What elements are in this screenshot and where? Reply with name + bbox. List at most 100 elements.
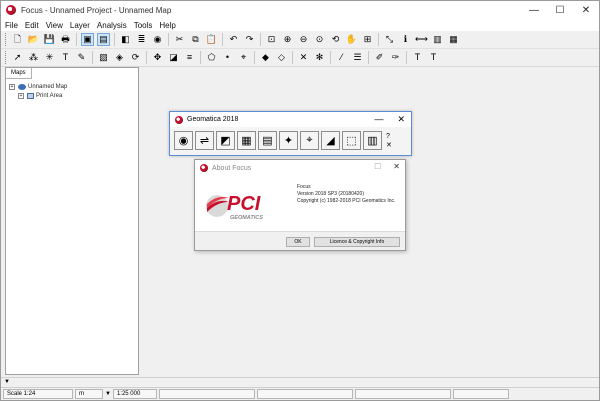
tree-item-print-area[interactable]: + Print Area [18,93,62,99]
globe-icon[interactable]: ◉ [151,33,164,46]
ok-button[interactable]: OK [286,237,310,247]
launcher-close-button[interactable]: ✕ [397,114,405,125]
cursor-icon[interactable]: ⌖ [237,51,250,64]
about-copyright: Copyright (c) 1982-2018 PCI Geomatics In… [297,198,396,204]
line-style-icon[interactable]: ≡ [183,51,196,64]
open-map-icon[interactable]: ▤ [97,33,110,46]
zoom-pixel-icon[interactable]: ⊞ [361,33,374,46]
measure-icon[interactable]: ⟷ [415,33,428,46]
zoom-out-icon[interactable]: ⊖ [297,33,310,46]
status-scale: Scale 1:24 [3,389,73,399]
brush-color-icon[interactable]: ✑ [389,51,402,64]
pan-hand-icon[interactable]: ✋ [345,33,358,46]
expand-toggle-icon[interactable]: + [9,84,15,90]
point-icon[interactable]: • [221,51,234,64]
menu-tools[interactable]: Tools [134,21,153,30]
new-file-icon[interactable]: 🗋 [11,33,24,46]
pci-logo-text: PCI [227,193,261,215]
rotate-icon[interactable]: ⟳ [129,51,142,64]
about-content: PCI GEOMATICS Focus Version 2018 SP3 (20… [195,176,405,232]
paste-icon[interactable]: 📋 [205,33,218,46]
close-button[interactable]: ✕ [573,1,599,19]
vector-icon[interactable]: ✥ [151,51,164,64]
launcher-minimize-button[interactable]: — [374,114,383,125]
lasso-icon[interactable]: ✳ [43,51,56,64]
cut-icon[interactable]: ✂ [173,33,186,46]
expand-toggle-icon[interactable]: + [18,93,24,99]
geocoding-icon[interactable]: ▥ [363,131,382,150]
new-map-icon[interactable]: ▣ [81,33,94,46]
zoom-back-icon[interactable]: ⟲ [329,33,342,46]
menu-analysis[interactable]: Analysis [97,21,127,30]
zoom-in-icon[interactable]: ⊕ [281,33,294,46]
atmospheric-icon[interactable]: ⌖ [300,131,319,150]
horizontal-scrollbar[interactable]: ▼ [1,377,599,386]
status-cell-empty [158,389,255,399]
chip-manager-icon[interactable]: ▤ [258,131,277,150]
about-close-button[interactable]: ✕ [393,162,400,171]
open-folder-icon[interactable]: 📂 [27,33,40,46]
font-size-icon[interactable]: T [427,51,440,64]
layers-stack-icon[interactable]: ◆ [259,51,272,64]
chart-icon[interactable]: ▥ [431,33,444,46]
launcher-exit-icon[interactable]: ✕ [386,141,392,150]
grid-icon[interactable]: ▦ [447,33,460,46]
font-icon[interactable]: T [411,51,424,64]
fill-style-icon[interactable]: ☰ [351,51,364,64]
chevron-down-icon[interactable]: ▼ [105,391,111,397]
maps-panel: Maps + Unnamed Map + Print Area [5,67,139,375]
toolbar-grip[interactable] [5,51,8,64]
status-units[interactable]: m [75,389,103,399]
tools-icon[interactable]: ✕ [297,51,310,64]
copy-icon[interactable]: ⧉ [189,33,202,46]
modeler-icon[interactable]: ⇌ [195,131,214,150]
about-version: Version 2018 SP3 (20180420) [297,191,364,197]
about-maximize-button: ☐ [374,162,382,171]
shapes-icon[interactable]: ◈ [113,51,126,64]
menu-view[interactable]: View [46,21,63,30]
zoom-layer-icon[interactable]: ⊙ [313,33,326,46]
toolbar-grip[interactable] [5,33,8,46]
pansharp-icon[interactable]: ◢ [321,131,340,150]
layers-icon[interactable]: ≣ [135,33,148,46]
menu-file[interactable]: File [5,21,18,30]
info-icon[interactable]: ℹ [399,33,412,46]
scroll-down-icon[interactable]: ▼ [4,378,10,386]
text-icon[interactable]: T [59,51,72,64]
polygon-icon[interactable]: ⬠ [205,51,218,64]
mosaic-icon[interactable]: ⬚ [342,131,361,150]
bitmap-icon[interactable]: ◪ [167,51,180,64]
app-logo-icon [175,115,183,124]
eraser-icon[interactable]: ◧ [119,33,132,46]
about-product-name: Focus [297,184,311,190]
print-icon[interactable]: 🖶 [59,33,72,46]
pointer-info-icon[interactable]: ⤡ [383,33,396,46]
menu-edit[interactable]: Edit [25,21,39,30]
focus-icon[interactable]: ◉ [174,131,193,150]
orthoengine-icon[interactable]: ▦ [237,131,256,150]
minimize-button[interactable]: — [521,1,547,19]
tree-item-unnamed-map[interactable]: + Unnamed Map [9,84,67,90]
smartdigitizer-icon[interactable]: ✦ [279,131,298,150]
symbol-icon[interactable]: ✻ [313,51,326,64]
menu-help[interactable]: Help [159,21,175,30]
tile-icon[interactable]: ◇ [275,51,288,64]
launcher-extras: ? ✕ [386,132,392,150]
fill-icon[interactable]: ▧ [97,51,110,64]
toolbar-separator [114,33,115,46]
menu-layer[interactable]: Layer [70,21,90,30]
vertex-edit-icon[interactable]: ⁂ [27,51,40,64]
maximize-button[interactable]: ☐ [547,1,573,19]
undo-icon[interactable]: ↶ [227,33,240,46]
help-icon[interactable]: ? [386,132,392,141]
zoom-extent-icon[interactable]: ⊡ [265,33,278,46]
tab-maps[interactable]: Maps [6,68,32,79]
line-color-icon[interactable]: ⁄ [335,51,348,64]
pencil-icon[interactable]: ✎ [75,51,88,64]
select-arrow-icon[interactable]: ➚ [11,51,24,64]
save-icon[interactable]: 💾 [43,33,56,46]
brush-icon[interactable]: ✐ [373,51,386,64]
license-info-button[interactable]: Licence & Copyright Info [314,237,400,247]
redo-icon[interactable]: ↷ [243,33,256,46]
easi-icon[interactable]: ◩ [216,131,235,150]
